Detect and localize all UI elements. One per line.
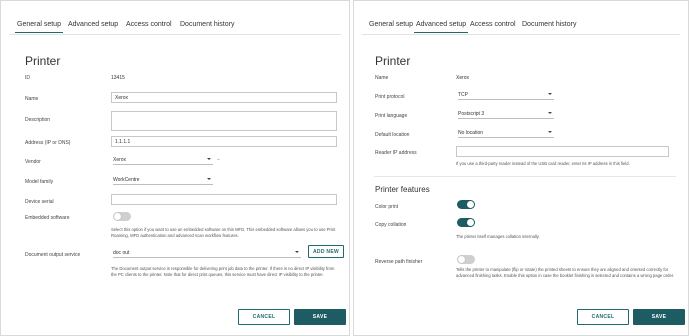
chevron-down-icon (207, 158, 211, 160)
chevron-down-icon (548, 131, 552, 133)
save-button[interactable]: SAVE (294, 309, 346, 325)
reverse-path-toggle[interactable] (457, 255, 475, 264)
reader-help: If you use a third-party reader instead … (456, 161, 630, 166)
dos-help: The Document output service is responsib… (111, 266, 335, 277)
tab-general-setup[interactable]: General setup (15, 21, 63, 33)
address-field[interactable]: 1.1.1.1 (111, 136, 337, 147)
collation-help: The printer itself manages collation int… (456, 234, 540, 239)
description-field[interactable] (111, 111, 337, 131)
toggle-knob (458, 256, 465, 263)
cancel-button[interactable]: CANCEL (577, 309, 629, 325)
reverse-help: Tells the printer to manipulate (flip or… (456, 267, 675, 278)
color-print-label: Color print (375, 204, 399, 210)
chevron-down-icon (295, 251, 299, 253)
vendor-label: Vendor (25, 159, 41, 165)
toggle-knob (467, 219, 474, 226)
tab-document-history[interactable]: Document history (522, 21, 576, 28)
reader-label: Reader IP address (375, 150, 417, 156)
tab-divider (362, 34, 680, 35)
address-label: Address (IP or DNS) (25, 140, 71, 146)
tab-general-setup[interactable]: General setup (369, 21, 413, 28)
embedded-toggle[interactable] (113, 212, 131, 221)
description-label: Description (25, 117, 51, 123)
features-title: Printer features (375, 185, 430, 194)
reader-ip-field[interactable] (456, 146, 669, 157)
tab-access-control[interactable]: Access control (126, 21, 172, 28)
location-select-value: No location (458, 130, 484, 136)
name-label: Name (25, 96, 39, 102)
color-print-toggle[interactable] (457, 200, 475, 209)
advanced-setup-panel: General setup Advanced setup Access cont… (353, 0, 689, 336)
language-select-value: Postscript 3 (458, 111, 485, 117)
serial-field[interactable] (111, 194, 337, 205)
model-select[interactable]: WorkCentre (113, 175, 213, 185)
chevron-down-icon (207, 178, 211, 180)
location-label: Default location (375, 132, 410, 138)
chevron-down-icon (548, 93, 552, 95)
dos-label: Document output service (25, 252, 81, 258)
vendor-select[interactable]: Xerox (113, 155, 213, 165)
id-label: ID (25, 75, 30, 81)
location-select[interactable]: No location (458, 128, 554, 138)
toggle-knob (467, 201, 474, 208)
section-divider (374, 176, 676, 177)
name-field[interactable]: Xerox (111, 92, 337, 103)
reverse-path-label: Reverse path finisher (375, 259, 423, 265)
name-label: Name (375, 75, 389, 81)
language-label: Print language (375, 113, 408, 119)
tab-access-control[interactable]: Access control (470, 21, 516, 28)
dos-select[interactable]: doc out (113, 248, 301, 258)
protocol-select-value: TCP (458, 92, 468, 98)
save-button[interactable]: SAVE (633, 309, 685, 325)
copy-collation-toggle[interactable] (457, 218, 475, 227)
protocol-label: Print protocol (375, 94, 405, 100)
vendor-select-value: Xerox (113, 157, 127, 163)
tab-advanced-setup[interactable]: Advanced setup (413, 21, 469, 33)
cancel-button[interactable]: CANCEL (238, 309, 290, 325)
general-setup-panel: General setup Advanced setup Access cont… (0, 0, 350, 336)
tab-divider (9, 34, 341, 35)
add-new-button[interactable]: ADD NEW (308, 245, 344, 258)
language-select[interactable]: Postscript 3 (458, 109, 554, 119)
toggle-knob (114, 213, 121, 220)
tab-advanced-setup[interactable]: Advanced setup (68, 21, 118, 28)
embedded-help: Select this option if you want to use an… (111, 227, 336, 238)
vendor-suffix: – (217, 157, 220, 163)
serial-label: Device serial (25, 199, 54, 205)
embedded-label: Embedded software (25, 215, 70, 221)
name-value: Xerox (456, 75, 470, 81)
id-value: 13415 (111, 75, 125, 81)
copy-collation-label: Copy collation (375, 222, 407, 228)
page-title: Printer (25, 54, 61, 68)
dos-select-value: doc out (113, 250, 130, 256)
page-title: Printer (375, 54, 411, 68)
model-label: Model family (25, 179, 54, 185)
tab-document-history[interactable]: Document history (180, 21, 234, 28)
model-select-value: WorkCentre (113, 177, 140, 183)
protocol-select[interactable]: TCP (458, 90, 554, 100)
chevron-down-icon (548, 112, 552, 114)
